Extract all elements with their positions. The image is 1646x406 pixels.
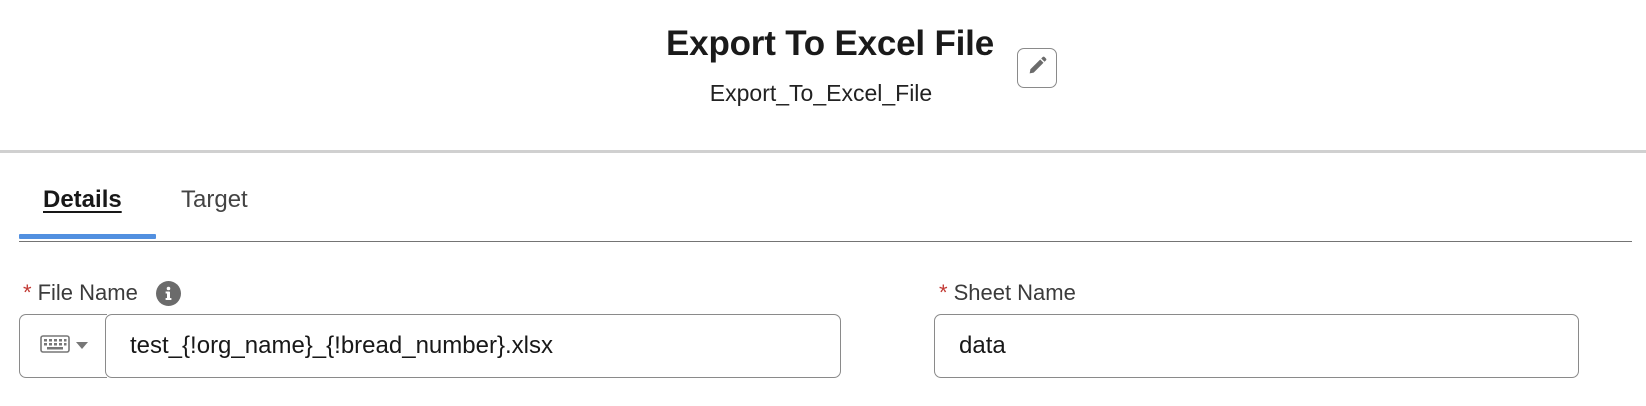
required-marker: * [23,280,32,305]
tab-target[interactable]: Target [181,186,248,214]
file-name-input[interactable] [105,314,841,378]
header-divider [0,150,1646,153]
input-mode-button[interactable] [19,314,107,378]
tab-bar: Details Target [19,172,1632,242]
page-header: Export To Excel File Export_To_Excel_Fil… [0,0,1646,150]
info-icon[interactable] [155,280,181,306]
required-marker: * [939,280,948,305]
tab-details[interactable]: Details [43,186,122,214]
page-title: Export To Excel File [666,24,994,63]
keyboard-icon [39,334,70,359]
active-tab-indicator [19,234,156,239]
file-name-label-text: File Name [37,280,138,305]
pencil-icon [1026,55,1048,82]
sheet-name-input[interactable] [934,314,1579,378]
file-name-label: * File Name [23,280,181,306]
edit-button[interactable] [1017,48,1057,88]
sheet-name-label-text: Sheet Name [953,280,1076,305]
api-name: Export_To_Excel_File [709,80,933,106]
sheet-name-label: * Sheet Name [939,280,1076,306]
chevron-down-icon [75,337,88,355]
